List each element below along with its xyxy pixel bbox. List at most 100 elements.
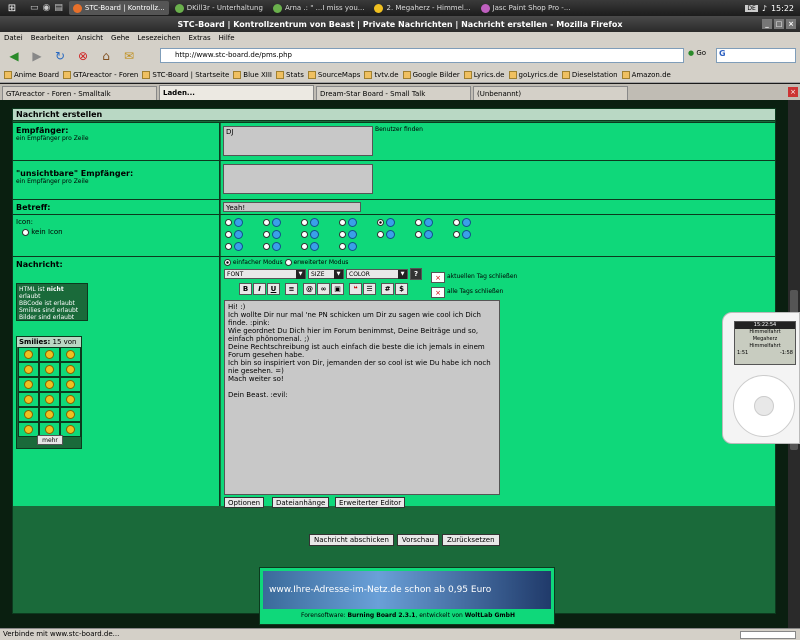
post-icon-option[interactable] — [301, 230, 319, 239]
italic-button[interactable]: I — [253, 283, 266, 295]
email-icon[interactable]: @ — [303, 283, 316, 295]
volume-icon[interactable]: ♪ — [762, 4, 767, 13]
post-icon-option[interactable] — [301, 218, 319, 227]
smilie-cell[interactable] — [60, 347, 81, 362]
post-icon-radio[interactable] — [377, 231, 384, 238]
close-all-tags-icon[interactable]: × — [431, 287, 445, 298]
smilie-cell[interactable] — [18, 347, 39, 362]
bookmark-item[interactable]: Google Bilder — [402, 71, 460, 79]
bookmark-item[interactable]: tvtv.de — [364, 71, 399, 79]
extended-mode-radio[interactable] — [284, 259, 292, 266]
maximize-icon[interactable]: □ — [774, 19, 784, 29]
smilie-cell[interactable] — [18, 377, 39, 392]
bookmark-item[interactable]: GTAreactor - Foren — [63, 71, 138, 79]
simple-mode-radio[interactable] — [224, 259, 231, 266]
subject-input[interactable]: Yeah! — [223, 202, 361, 212]
post-icon-option[interactable] — [377, 218, 395, 227]
post-icon-option[interactable] — [263, 242, 281, 251]
message-textarea[interactable]: Hi! :) Ich wollte Dir nur mal 'ne PN sch… — [224, 300, 500, 495]
post-icon-radio[interactable] — [453, 231, 460, 238]
post-icon-radio[interactable] — [339, 219, 346, 226]
close-current-tag-icon[interactable]: × — [431, 272, 445, 283]
folder-icon[interactable]: ▤ — [54, 3, 63, 13]
close-tab-icon[interactable]: × — [788, 87, 798, 97]
size-select[interactable]: SIZE — [308, 269, 344, 279]
menu-go[interactable]: Gehe — [111, 34, 129, 42]
post-icon-option[interactable] — [263, 218, 281, 227]
post-icon-option[interactable] — [225, 242, 243, 251]
no-icon-option[interactable]: kein Icon — [22, 228, 216, 236]
forward-icon[interactable]: ▶ — [27, 46, 47, 66]
post-icon-radio[interactable] — [453, 219, 460, 226]
menu-file[interactable]: Datei — [4, 34, 23, 42]
post-icon-radio[interactable] — [415, 231, 422, 238]
find-users-link[interactable]: Benutzer finden — [375, 126, 423, 133]
smilie-cell[interactable] — [60, 362, 81, 377]
smilie-cell[interactable] — [39, 362, 60, 377]
quote-icon[interactable]: ❝ — [349, 283, 362, 295]
post-icon-radio[interactable] — [301, 231, 308, 238]
no-icon-radio[interactable] — [22, 228, 29, 236]
post-icon-option[interactable] — [339, 230, 357, 239]
minimize-icon[interactable]: _ — [762, 19, 772, 29]
underline-button[interactable]: U — [267, 283, 280, 295]
extended-editor-button[interactable]: Erweiterter Editor — [335, 497, 406, 508]
start-button[interactable]: ⊞ — [0, 0, 24, 16]
post-icon-radio[interactable] — [263, 219, 270, 226]
smilie-cell[interactable] — [18, 362, 39, 377]
post-icon-radio[interactable] — [225, 219, 232, 226]
ipod-click-wheel[interactable] — [733, 375, 795, 437]
language-indicator[interactable]: DE — [745, 4, 758, 12]
bookmark-item[interactable]: Anime Board — [4, 71, 59, 79]
bookmark-item[interactable]: Dieselstation — [561, 71, 618, 79]
ipod-center-button[interactable] — [754, 396, 774, 416]
bookmark-item[interactable]: Lyrics.de — [463, 71, 505, 79]
post-icon-option[interactable] — [339, 218, 357, 227]
post-icon-radio[interactable] — [301, 219, 308, 226]
smilie-cell[interactable] — [60, 422, 81, 437]
tab-gtareactor[interactable]: GTAreactor - Foren - Smalltalk — [2, 86, 157, 100]
stop-icon[interactable]: ⊗ — [73, 46, 93, 66]
smilie-cell[interactable] — [39, 392, 60, 407]
reload-icon[interactable]: ↻ — [50, 46, 70, 66]
menu-tools[interactable]: Extras — [189, 34, 211, 42]
post-icon-option[interactable] — [453, 218, 471, 227]
task-paintshop[interactable]: Jasc Paint Shop Pro -... — [477, 1, 575, 15]
send-message-button[interactable]: Nachricht abschicken — [309, 534, 394, 546]
smilie-cell[interactable] — [39, 347, 60, 362]
menu-edit[interactable]: Bearbeiten — [31, 34, 69, 42]
post-icon-radio[interactable] — [263, 243, 270, 250]
bcc-textarea[interactable] — [223, 164, 373, 194]
desktop-icon[interactable]: ▭ — [30, 3, 39, 13]
task-chat-2[interactable]: Arna .: " ...I miss you... — [269, 1, 369, 15]
post-icon-radio[interactable] — [339, 231, 346, 238]
close-icon[interactable]: × — [786, 19, 796, 29]
post-icon-option[interactable] — [225, 218, 243, 227]
browser-icon[interactable]: ◉ — [43, 3, 51, 13]
smilie-cell[interactable] — [39, 377, 60, 392]
align-center-icon[interactable]: ≡ — [285, 283, 298, 295]
tab-dreamstar[interactable]: Dream-Star Board - Small Talk — [316, 86, 471, 100]
smilie-cell[interactable] — [60, 407, 81, 422]
post-icon-radio[interactable] — [339, 243, 346, 250]
bookmark-item[interactable]: Blue XIII — [233, 71, 272, 79]
menu-help[interactable]: Hilfe — [219, 34, 235, 42]
post-icon-radio[interactable] — [377, 219, 384, 226]
options-button[interactable]: Optionen — [224, 497, 265, 508]
smilie-cell[interactable] — [18, 407, 39, 422]
image-icon[interactable]: ▣ — [331, 283, 344, 295]
help-icon[interactable]: ? — [410, 268, 422, 280]
post-icon-option[interactable] — [225, 230, 243, 239]
post-icon-radio[interactable] — [301, 243, 308, 250]
bookmark-item[interactable]: Stats — [276, 71, 304, 79]
code-icon[interactable]: # — [381, 283, 394, 295]
color-select[interactable]: COLOR — [346, 269, 408, 279]
bookmark-item[interactable]: Amazon.de — [621, 71, 671, 79]
post-icon-option[interactable] — [301, 242, 319, 251]
reset-button[interactable]: Zurücksetzen — [441, 534, 500, 546]
smilie-cell[interactable] — [60, 377, 81, 392]
post-icon-radio[interactable] — [415, 219, 422, 226]
task-chat-1[interactable]: DKill3r - Unterhaltung — [171, 1, 267, 15]
bold-button[interactable]: B — [239, 283, 252, 295]
ad-banner[interactable]: www.Ihre-Adresse-im-Netz.de schon ab 0,9… — [263, 571, 551, 609]
